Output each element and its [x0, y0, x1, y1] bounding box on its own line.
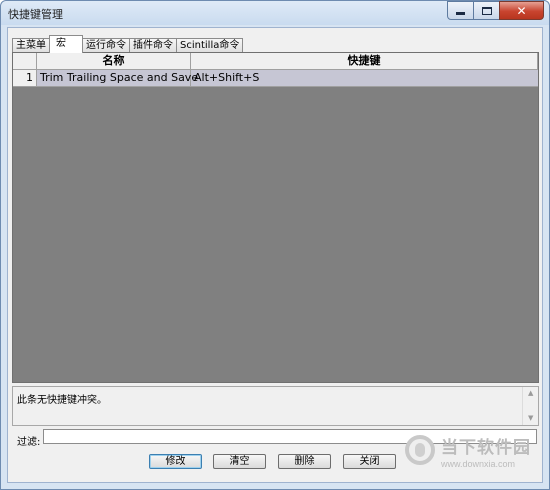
close-icon: ✕ [516, 3, 527, 18]
tab-macros[interactable]: 宏 [49, 35, 83, 53]
watermark-url: www.downxia.com [441, 459, 516, 469]
table-row[interactable]: 1 Trim Trailing Space and Save Alt+Shift… [13, 70, 538, 87]
scroll-up-icon[interactable]: ▲ [528, 389, 533, 397]
dialog-client-area: 主菜单 宏 运行命令 插件命令 Scintilla命令 名称 快捷键 1 Tri… [7, 27, 543, 483]
status-scrollbar[interactable]: ▲ ▼ [522, 387, 538, 425]
maximize-button[interactable] [473, 1, 500, 20]
window-title: 快捷键管理 [8, 8, 63, 21]
row-name: Trim Trailing Space and Save [37, 70, 198, 86]
maximize-icon [481, 6, 492, 15]
modify-button[interactable]: 修改 [149, 454, 202, 469]
shortcut-manager-window: 快捷键管理 ✕ 主菜单 宏 运行命令 插件命令 Scintilla命令 名称 快… [0, 0, 550, 490]
window-close-button[interactable]: ✕ [499, 1, 544, 20]
scroll-down-icon[interactable]: ▼ [528, 414, 533, 422]
category-tabs: 主菜单 宏 运行命令 插件命令 Scintilla命令 [12, 35, 244, 53]
shortcut-table[interactable]: 名称 快捷键 1 Trim Trailing Space and Save Al… [12, 52, 539, 383]
tab-scintilla-commands[interactable]: Scintilla命令 [176, 38, 244, 53]
header-index-cell [13, 53, 37, 69]
tab-run-commands[interactable]: 运行命令 [82, 38, 130, 53]
delete-button[interactable]: 删除 [278, 454, 331, 469]
logo-inner [415, 443, 425, 457]
minimize-button[interactable] [447, 1, 474, 20]
status-message: 此条无快捷键冲突。 [17, 395, 107, 406]
conflict-status-box[interactable]: 此条无快捷键冲突。 ▲ ▼ [12, 386, 539, 426]
watermark-logo-icon [405, 435, 435, 465]
column-header-name[interactable]: 名称 [37, 53, 191, 69]
column-header-shortcut[interactable]: 快捷键 [191, 53, 538, 69]
close-button[interactable]: 关闭 [343, 454, 396, 469]
tab-plugin-commands[interactable]: 插件命令 [129, 38, 177, 53]
minimize-icon [456, 12, 465, 15]
table-header: 名称 快捷键 [13, 53, 538, 70]
clear-button[interactable]: 清空 [213, 454, 266, 469]
row-index: 1 [13, 70, 37, 86]
watermark-name: 当下软件园 [441, 438, 531, 458]
caption-buttons: ✕ [447, 1, 544, 20]
filter-label: 过滤: [17, 437, 41, 448]
tab-main-menu[interactable]: 主菜单 [12, 38, 50, 53]
watermark: 当下软件园 www.downxia.com [397, 429, 547, 475]
row-shortcut: Alt+Shift+S [194, 71, 260, 84]
title-bar[interactable]: 快捷键管理 ✕ [1, 1, 549, 25]
